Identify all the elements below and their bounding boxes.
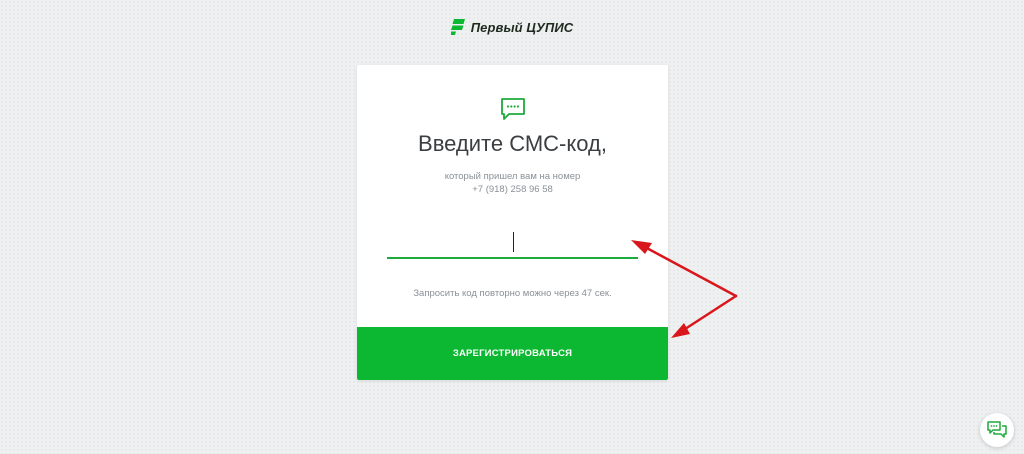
text-caret: [513, 232, 514, 252]
resend-timer-text: Запросить код повторно можно через 47 се…: [413, 288, 612, 299]
chat-bubbles-icon: [987, 421, 1007, 438]
support-chat-button[interactable]: [980, 413, 1014, 447]
sms-chat-icon: [501, 98, 525, 120]
cupis-logo-icon: [450, 19, 465, 35]
register-button[interactable]: ЗАРЕГИСТРИРОВАТЬСЯ: [357, 327, 668, 380]
page-title: Введите СМС-код,: [418, 131, 607, 156]
sms-info-text: который пришел вам на номер +7 (918) 258…: [357, 170, 668, 196]
arrow-to-button: [671, 294, 738, 338]
sms-verification-card: Введите СМС-код, который пришел вам на н…: [357, 65, 668, 380]
phone-number: +7 (918) 258 96 58: [472, 184, 553, 195]
brand-name: Первый ЦУПИС: [470, 19, 574, 35]
brand-logo: Первый ЦУПИС: [0, 19, 1024, 35]
sms-info-line: который пришел вам на номер: [444, 171, 581, 182]
